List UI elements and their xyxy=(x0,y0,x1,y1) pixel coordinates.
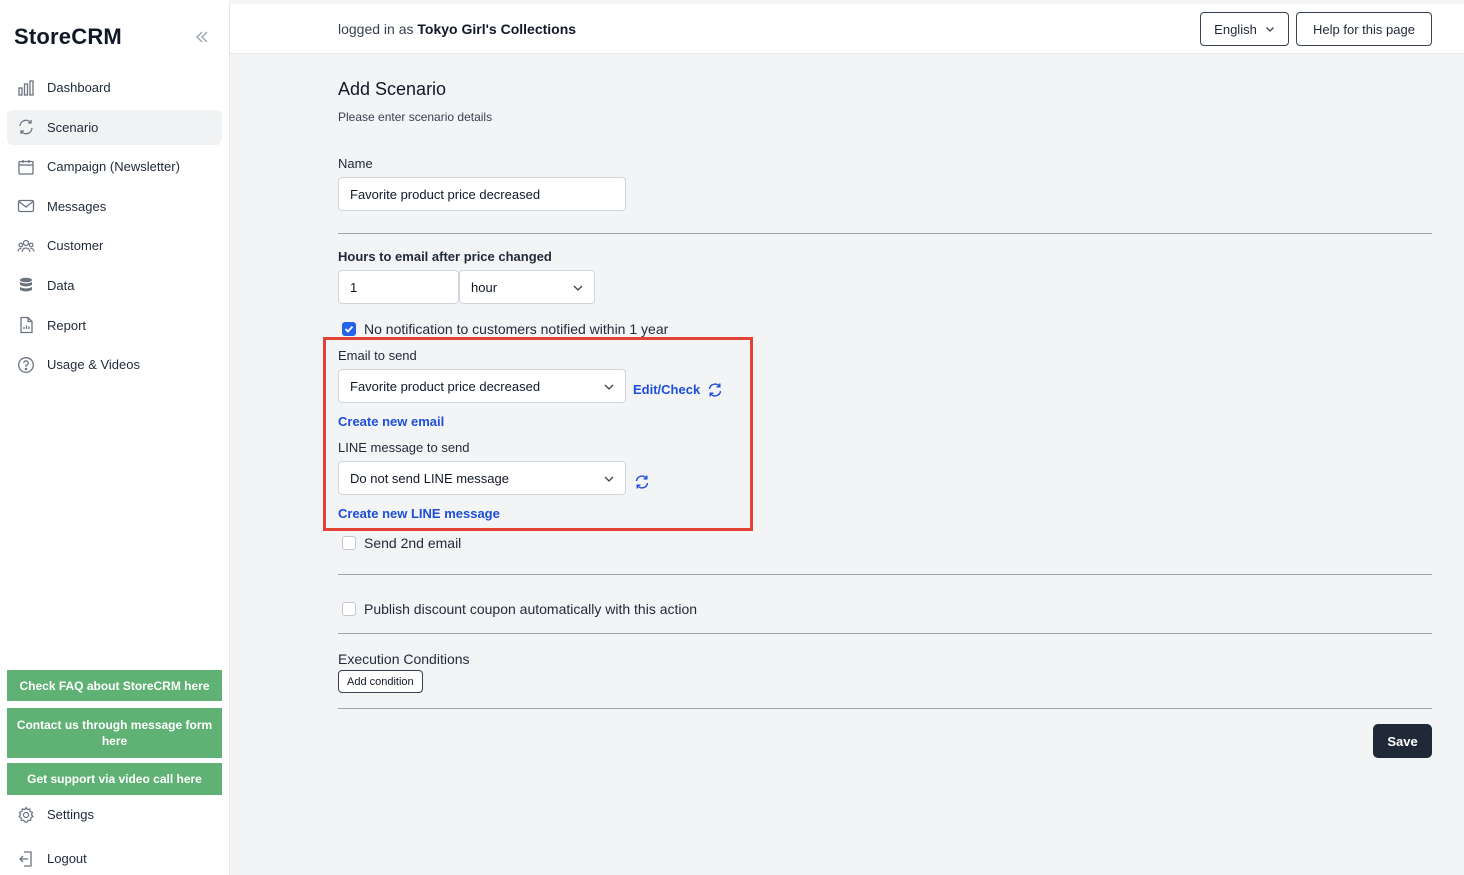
calendar-icon xyxy=(16,157,36,177)
divider xyxy=(338,233,1432,234)
save-button[interactable]: Save xyxy=(1373,724,1432,758)
execution-conditions-title: Execution Conditions xyxy=(338,651,470,667)
sidebar-item-dashboard[interactable]: Dashboard xyxy=(7,70,222,105)
hours-unit-value: hour xyxy=(471,279,498,295)
hours-unit-select[interactable]: hour xyxy=(459,270,595,304)
name-input[interactable]: Favorite product price decreased xyxy=(338,177,626,211)
sidebar-item-label: Messages xyxy=(47,198,107,214)
users-icon xyxy=(16,236,36,256)
sidebar-item-label: Dashboard xyxy=(47,80,111,95)
sidebar-item-campaign[interactable]: Campaign (Newsletter) xyxy=(7,149,222,184)
page-title: Add Scenario xyxy=(338,79,447,99)
chevron-down-icon xyxy=(573,285,583,291)
checkmark-icon xyxy=(344,325,354,333)
logout-icon xyxy=(16,849,36,869)
store-name: Tokyo Girl's Collections xyxy=(417,21,577,37)
document-icon xyxy=(16,315,36,335)
sidebar: StoreCRM Dashboard Scenario Campaign (Ne… xyxy=(0,0,230,875)
sidebar-item-scenario[interactable]: Scenario xyxy=(7,109,222,145)
sidebar-item-settings[interactable]: Settings xyxy=(7,797,222,832)
video-support-button[interactable]: Get support via video call here xyxy=(7,763,222,795)
second-email-checkbox[interactable] xyxy=(342,536,356,550)
login-prefix: logged in as xyxy=(338,21,414,37)
sidebar-item-label: Scenario xyxy=(47,119,99,135)
sidebar-item-messages[interactable]: Messages xyxy=(7,189,222,224)
bar-chart-icon xyxy=(16,78,36,98)
top-bar: logged in as Tokyo Girl's Collections En… xyxy=(230,4,1464,54)
page-subtitle: Please enter scenario details xyxy=(338,110,493,124)
coupon-checkbox-row[interactable]: Publish discount coupon automatically wi… xyxy=(342,601,697,617)
sidebar-item-label: Report xyxy=(47,317,87,333)
sidebar-item-label: Campaign (Newsletter) xyxy=(47,159,180,175)
divider xyxy=(338,574,1432,575)
faq-support-button[interactable]: Check FAQ about StoreCRM here xyxy=(7,670,222,701)
sidebar-item-label: Customer xyxy=(47,238,104,254)
highlight-box xyxy=(323,337,753,531)
no-notify-checkbox[interactable] xyxy=(342,322,356,336)
settings-label: Settings xyxy=(47,807,94,822)
no-notify-checkbox-row[interactable]: No notification to customers notified wi… xyxy=(342,321,668,337)
sidebar-item-usage-videos[interactable]: Usage & Videos xyxy=(7,347,222,382)
coupon-label: Publish discount coupon automatically wi… xyxy=(364,601,698,617)
second-email-checkbox-row[interactable]: Send 2nd email xyxy=(342,535,461,551)
language-select[interactable]: English xyxy=(1200,12,1289,46)
sidebar-item-customer[interactable]: Customer xyxy=(7,228,222,263)
no-notify-label: No notification to customers notified wi… xyxy=(364,321,669,337)
gear-icon xyxy=(16,805,36,825)
database-icon xyxy=(16,275,36,295)
chevron-down-icon xyxy=(1265,27,1274,32)
sidebar-nav: Dashboard Scenario Campaign (Newsletter)… xyxy=(7,70,222,387)
question-circle-icon xyxy=(16,355,36,375)
envelope-icon xyxy=(16,196,36,216)
coupon-checkbox[interactable] xyxy=(342,602,356,616)
divider xyxy=(338,708,1432,709)
name-label: Name xyxy=(338,156,373,171)
sidebar-item-label: Data xyxy=(47,277,75,293)
sidebar-item-data[interactable]: Data xyxy=(7,268,222,303)
second-email-label: Send 2nd email xyxy=(364,535,462,551)
login-status: logged in as Tokyo Girl's Collections xyxy=(338,21,576,37)
language-label: English xyxy=(1214,21,1257,37)
help-button[interactable]: Help for this page xyxy=(1296,12,1432,46)
hours-label: Hours to email after price changed xyxy=(338,249,552,264)
logout-label: Logout xyxy=(47,851,87,866)
divider xyxy=(338,633,1432,634)
brand-logo: StoreCRM xyxy=(14,24,122,49)
sidebar-item-logout[interactable]: Logout xyxy=(7,841,222,875)
refresh-cycle-icon xyxy=(16,117,36,137)
add-condition-button[interactable]: Add condition xyxy=(338,670,423,693)
contact-support-button[interactable]: Contact us through message form here xyxy=(7,708,222,758)
sidebar-item-label: Usage & Videos xyxy=(47,357,140,373)
collapse-sidebar-icon[interactable] xyxy=(193,28,211,46)
sidebar-item-report[interactable]: Report xyxy=(7,308,222,343)
hours-input[interactable]: 1 xyxy=(338,270,459,304)
